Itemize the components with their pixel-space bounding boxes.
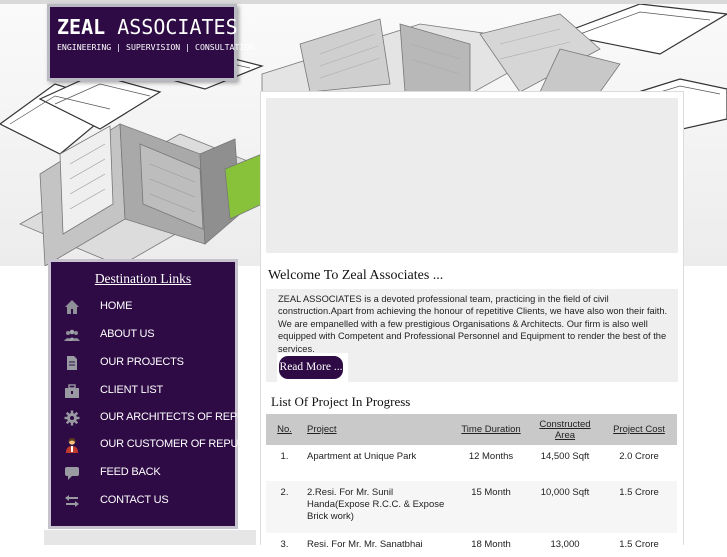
nav-item-our-architects[interactable]: OUR ARCHITECTS OF REPUTE (61, 407, 259, 429)
brand-name: ZEAL ASSOCIATES (57, 15, 238, 39)
read-more-wrapper: Read More ... (277, 353, 348, 384)
nav-item-contact-us[interactable]: CONTACT US (61, 490, 233, 512)
cell-time-duration: 12 Months (453, 445, 529, 481)
table-header-row: No. Project Time Duration Constructed Ar… (266, 414, 677, 445)
nav-label: ABOUT US (100, 328, 155, 340)
col-header-no[interactable]: No. (266, 414, 303, 445)
person-icon (66, 438, 78, 453)
cell-project-cost: 2.0 Crore (601, 445, 677, 481)
cell-project: Apartment at Unique Park (303, 445, 453, 481)
nav-label: OUR PROJECTS (100, 356, 184, 368)
cell-no: 1. (266, 445, 303, 481)
document-icon (67, 356, 77, 370)
people-icon (64, 329, 80, 341)
project-list-title: List Of Project In Progress (271, 394, 411, 409)
nav-item-about-us[interactable]: ABOUT US (61, 324, 233, 346)
briefcase-icon (65, 384, 79, 398)
projects-table: No. Project Time Duration Constructed Ar… (266, 414, 677, 557)
cell-project: Resi. For Mr. Mr. Sanatbhai (303, 533, 453, 557)
nav-label: CONTACT US (100, 494, 169, 506)
col-header-project[interactable]: Project (303, 414, 453, 445)
brand-tagline: ENGINEERING | SUPERVISION | CONSULTATION (57, 42, 255, 52)
col-header-project-cost[interactable]: Project Cost (601, 414, 677, 445)
cell-time-duration: 18 Month (453, 533, 529, 557)
banner-placeholder (266, 98, 678, 253)
chat-icon (65, 467, 79, 480)
col-header-constructed-area[interactable]: Constructed Area (529, 414, 601, 445)
table-row: 1. Apartment at Unique Park 12 Months 14… (266, 445, 677, 481)
cell-project: 2.Resi. For Mr. Sunil Handa(Expose R.C.C… (303, 481, 453, 533)
cell-constructed-area: 14,500 Sqft (529, 445, 601, 481)
cell-project-cost: 1.5 Crore (601, 481, 677, 533)
project-list-header: List Of Project In Progress (266, 391, 576, 413)
welcome-heading: Welcome To Zeal Associates ... (268, 268, 444, 283)
main-content-panel: Welcome To Zeal Associates ... ZEAL ASSO… (260, 91, 684, 557)
cell-constructed-area: 13,000 (529, 533, 601, 557)
nav-item-our-customer[interactable]: OUR CUSTOMER OF REPUTE (61, 434, 252, 456)
read-more-button[interactable]: Read More ... (279, 356, 343, 379)
cell-no: 2. (266, 481, 303, 533)
home-icon (65, 300, 79, 314)
sidebar-title: Destination Links (94, 271, 192, 286)
cell-time-duration: 15 Month (453, 481, 529, 533)
sidebar-bottom-strip (44, 530, 256, 545)
nav-label: FEED BACK (100, 466, 161, 478)
nav-label: OUR CUSTOMER OF REPUTE (100, 438, 252, 450)
table-row: 2. 2.Resi. For Mr. Sunil Handa(Expose R.… (266, 481, 677, 533)
about-text: ZEAL ASSOCIATES is a devoted professiona… (278, 294, 668, 354)
nav-item-home[interactable]: HOME (61, 296, 233, 318)
table-row: 3. Resi. For Mr. Mr. Sanatbhai 18 Month … (266, 533, 677, 557)
cell-constructed-area: 10,000 Sqft (529, 481, 601, 533)
nav-item-feed-back[interactable]: FEED BACK (61, 462, 233, 484)
nav-label: OUR ARCHITECTS OF REPUTE (100, 411, 259, 423)
cell-no: 3. (266, 533, 303, 557)
destination-links-sidebar: Destination Links HOME ABOUT US OUR PROJ… (48, 259, 259, 529)
nav-item-client-list[interactable]: CLIENT LIST (61, 380, 233, 402)
brand-logo[interactable]: ZEAL ASSOCIATES ENGINEERING | SUPERVISIO… (47, 4, 254, 81)
cell-project-cost: 1.5 Crore (601, 533, 677, 557)
nav-label: CLIENT LIST (100, 384, 164, 396)
nav-label: HOME (100, 300, 133, 312)
col-header-time-duration[interactable]: Time Duration (453, 414, 529, 445)
gear-icon (64, 410, 80, 426)
nav-item-our-projects[interactable]: OUR PROJECTS (61, 352, 233, 374)
arrows-icon (65, 495, 79, 507)
